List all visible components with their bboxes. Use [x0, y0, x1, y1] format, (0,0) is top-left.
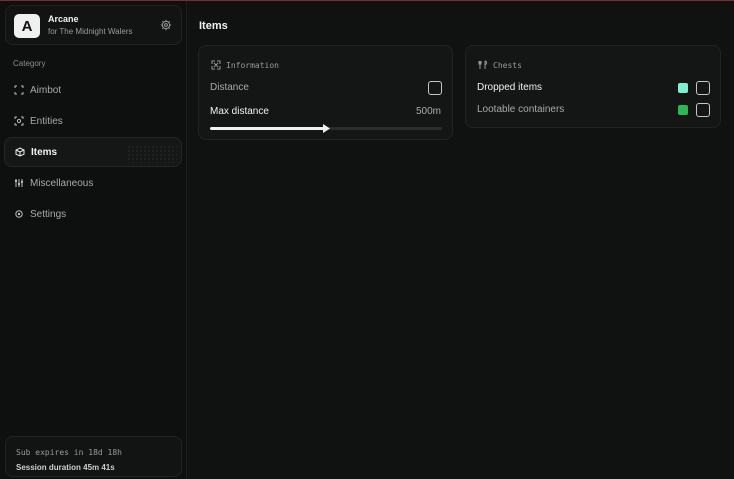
- utensils-icon: [478, 60, 487, 69]
- nav-item-label: Settings: [30, 208, 67, 220]
- session-card: Sub expires in 18d 18h Session duration …: [5, 436, 182, 477]
- information-header: Information: [211, 60, 279, 70]
- chests-header: Chests: [478, 60, 522, 70]
- brand-card: A Arcane for The Midnight Walers: [5, 5, 182, 45]
- max-distance-label: Max distance: [210, 106, 269, 117]
- settings-gear-icon[interactable]: [160, 19, 172, 31]
- slider-thumb-icon[interactable]: [323, 124, 330, 133]
- max-distance-slider-fill: [210, 127, 326, 130]
- lootable-containers-label: Lootable containers: [477, 104, 565, 115]
- scan-target-icon: [14, 116, 24, 126]
- dropped-items-color-swatch[interactable]: [678, 83, 688, 93]
- app-subtitle: for The Midnight Walers: [48, 27, 133, 36]
- nav-item-label: Miscellaneous: [30, 177, 94, 189]
- nav-item-label: Entities: [30, 115, 63, 127]
- lootable-containers-checkbox[interactable]: [696, 103, 710, 117]
- expand-arrows-icon: [211, 60, 221, 70]
- subscription-status: Sub expires in 18d 18h: [16, 448, 122, 457]
- nav-item-items[interactable]: Items: [4, 137, 182, 167]
- decorative-dot-grid: [127, 145, 177, 163]
- distance-row: Distance: [210, 82, 249, 93]
- nav-item-entities[interactable]: Entities: [4, 106, 182, 136]
- page-title: Items: [199, 20, 228, 32]
- main-content: Items Information Distance Max distance …: [187, 1, 734, 479]
- nav-item-miscellaneous[interactable]: Miscellaneous: [4, 168, 182, 198]
- dropped-items-checkbox[interactable]: [696, 81, 710, 95]
- dropped-items-row: Dropped items: [477, 82, 542, 93]
- chests-title: Chests: [493, 60, 522, 70]
- nav-item-label: Aimbot: [30, 84, 62, 96]
- chests-card: Chests Dropped items Lootable containers: [465, 45, 721, 128]
- lootable-containers-color-swatch[interactable]: [678, 105, 688, 115]
- app-logo: A: [14, 14, 40, 38]
- category-label: Category: [13, 59, 46, 68]
- distance-label: Distance: [210, 82, 249, 93]
- dropped-items-label: Dropped items: [477, 82, 543, 93]
- sidebar: A Arcane for The Midnight Walers Categor…: [0, 1, 187, 479]
- crosshair-square-icon: [14, 85, 24, 95]
- app-name: Arcane: [48, 14, 79, 24]
- max-distance-value: 500m: [415, 106, 441, 117]
- nav-item-label: Items: [31, 146, 58, 158]
- information-card: Information Distance Max distance 500m: [198, 45, 453, 140]
- max-distance-row: Max distance: [210, 106, 269, 117]
- nav-item-settings[interactable]: Settings: [4, 199, 182, 229]
- settings-grid-icon: [15, 179, 23, 187]
- app-window: A Arcane for The Midnight Walers Categor…: [0, 1, 734, 479]
- distance-checkbox[interactable]: [428, 81, 442, 95]
- cube-icon: [15, 147, 25, 157]
- lootable-containers-row: Lootable containers: [477, 104, 564, 115]
- gear-icon: [15, 210, 23, 218]
- session-duration: Session duration 45m 41s: [16, 463, 115, 472]
- category-nav: Aimbot Entities Items Miscellaneous Sett…: [4, 75, 182, 230]
- nav-item-aimbot[interactable]: Aimbot: [4, 75, 182, 105]
- information-title: Information: [226, 60, 279, 70]
